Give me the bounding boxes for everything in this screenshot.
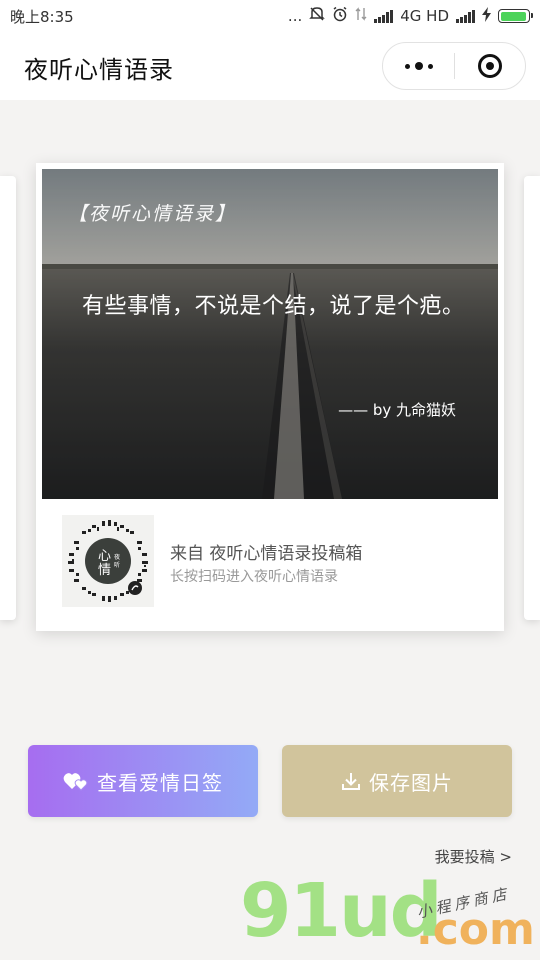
nav-bar: 夜听心情语录: [0, 32, 540, 100]
notification-dots: ...: [287, 7, 303, 25]
previous-card-peek[interactable]: [0, 176, 16, 620]
hearts-icon: [63, 770, 89, 792]
view-love-sign-label: 查看爱情日签: [97, 770, 223, 795]
svg-text:听: 听: [114, 561, 120, 569]
mini-program-code[interactable]: 心 情 夜 听: [62, 515, 154, 607]
view-love-sign-button[interactable]: 查看爱情日签: [28, 745, 258, 817]
watermark: 91ud 小程序商店 .com: [240, 868, 540, 960]
mini-program-capsule: [382, 42, 526, 90]
save-image-label: 保存图片: [369, 770, 453, 795]
page-title: 夜听心情语录: [24, 56, 174, 84]
status-bar: 晚上8:35 ... 4G HD: [0, 0, 540, 32]
alarm-icon: [332, 6, 348, 26]
network-type: 4G HD: [400, 7, 449, 25]
battery-icon: [498, 9, 533, 23]
next-card-peek[interactable]: [524, 176, 540, 620]
svg-text:夜: 夜: [114, 553, 120, 561]
signal-icon-2: [456, 9, 475, 23]
watermark-main: 91ud: [240, 868, 443, 954]
watermark-domain: .com: [416, 904, 535, 955]
battery-fill: [500, 11, 527, 21]
save-image-button[interactable]: 保存图片: [282, 745, 512, 817]
quote-card[interactable]: 【夜听心情语录】 有些事情，不说是个结，说了是个疤。 —— by 九命猫妖 心 …: [36, 163, 504, 631]
target-close-icon[interactable]: [455, 43, 525, 89]
quote-author: —— by 九命猫妖: [338, 401, 456, 419]
from-text: 来自 夜听心情语录投稿箱: [170, 544, 363, 564]
svg-text:情: 情: [98, 563, 111, 578]
status-time: 晚上8:35: [10, 7, 74, 26]
mute-icon: [309, 6, 326, 26]
charging-icon: [482, 6, 491, 26]
brand-tag: 【夜听心情语录】: [68, 203, 237, 225]
quote-text: 有些事情，不说是个结，说了是个疤。: [82, 294, 465, 319]
data-transfer-icon: [355, 6, 367, 26]
road-photo: 【夜听心情语录】 有些事情，不说是个结，说了是个疤。 —— by 九命猫妖: [42, 169, 498, 499]
status-icons: ... 4G HD: [287, 6, 533, 26]
scan-hint: 长按扫码进入夜听心情语录: [170, 569, 338, 585]
more-dots-icon[interactable]: [383, 43, 454, 89]
download-icon: [341, 771, 361, 791]
signal-icon: [374, 9, 394, 23]
svg-text:心: 心: [98, 549, 111, 564]
submit-post-link[interactable]: 我要投稿 >: [435, 846, 512, 867]
